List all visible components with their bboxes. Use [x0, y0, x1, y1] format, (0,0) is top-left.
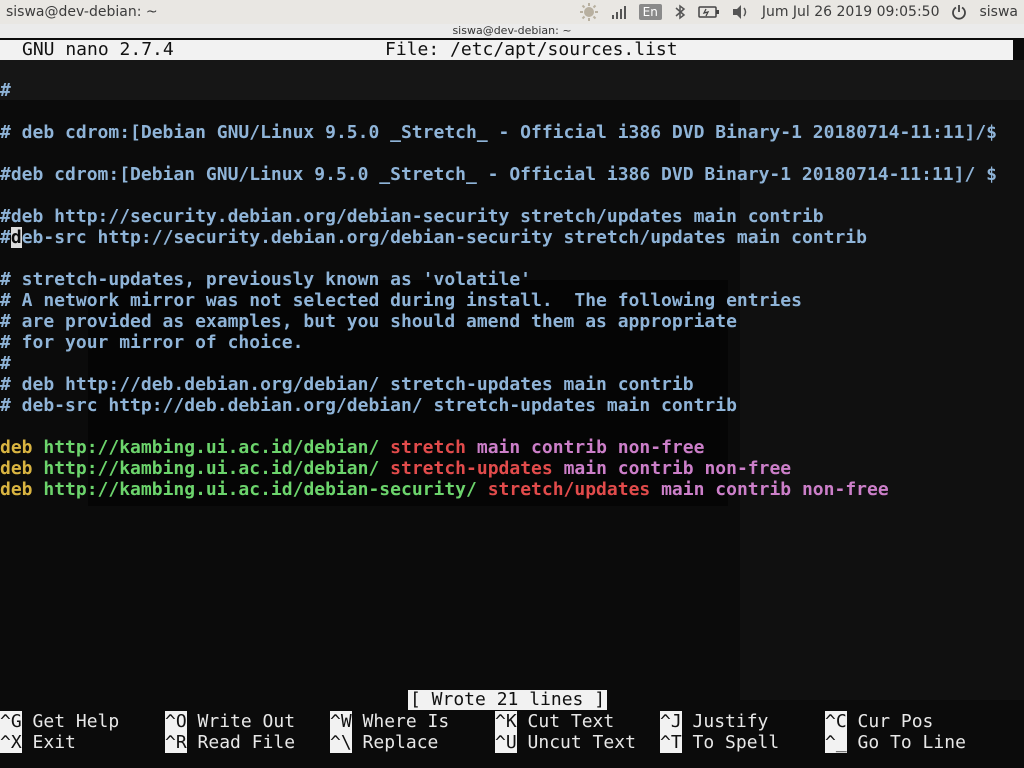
line-rest: eb-src http://security.debian.org/debian… — [21, 227, 867, 248]
nano-file-name: File: /etc/apt/sources.list — [385, 39, 678, 60]
shortcut-key: ^J — [660, 711, 682, 732]
shortcut-key: ^\ — [330, 732, 352, 753]
shortcut-label: Replace — [362, 732, 439, 753]
repo-url: http://kambing.ui.ac.id/debian/ — [43, 458, 380, 479]
repo-suite: stretch-updates — [390, 458, 553, 479]
shortcut-label: To Spell — [692, 732, 780, 753]
text-cursor: d — [10, 227, 22, 248]
shortcut-label: Read File — [197, 732, 296, 753]
editor-line[interactable]: #deb http://security.debian.org/debian-s… — [0, 206, 824, 227]
weather-icon[interactable] — [579, 2, 599, 22]
terminal-window-title: siswa@dev-debian: ~ — [0, 24, 1024, 38]
deb-source-line[interactable]: deb http://kambing.ui.ac.id/debian/ stre… — [0, 437, 704, 458]
shortcut-get-help[interactable]: ^G Get Help — [0, 711, 119, 732]
shortcut-go-to-line[interactable]: ^_ Go To Line — [825, 732, 966, 753]
repo-url: http://kambing.ui.ac.id/debian/ — [43, 437, 380, 458]
editor-line-current[interactable]: #deb-src http://security.debian.org/debi… — [0, 227, 867, 248]
shortcut-key: ^O — [165, 711, 187, 732]
nano-version: GNU nano 2.7.4 — [22, 39, 174, 60]
repo-url: http://kambing.ui.ac.id/debian-security/ — [43, 479, 477, 500]
repo-components: main contrib non-free — [563, 458, 792, 479]
nano-header-bar: GNU nano 2.7.4 File: /etc/apt/sources.li… — [0, 40, 1013, 60]
shortcut-key: ^X — [0, 732, 22, 753]
shortcut-exit[interactable]: ^X Exit — [0, 732, 76, 753]
panel-window-title: siswa@dev-debian: ~ — [6, 4, 158, 20]
editor-line[interactable]: # deb cdrom:[Debian GNU/Linux 9.5.0 _Str… — [0, 122, 997, 143]
top-panel: siswa@dev-debian: ~ En Jum Jul 26 2019 0… — [0, 0, 1024, 24]
shortcut-read-file[interactable]: ^R Read File — [165, 732, 295, 753]
battery-icon[interactable] — [698, 5, 720, 19]
shortcut-label: Uncut Text — [527, 732, 636, 753]
deb-keyword: deb — [0, 458, 33, 479]
editor-line[interactable]: #deb cdrom:[Debian GNU/Linux 9.5.0 _Stre… — [0, 164, 997, 185]
shortcut-label: Justify — [692, 711, 769, 732]
keyboard-language-indicator[interactable]: En — [638, 4, 662, 20]
shortcut-key: ^W — [330, 711, 352, 732]
editor-line[interactable]: # are provided as examples, but you shou… — [0, 311, 737, 332]
shortcut-justify[interactable]: ^J Justify — [660, 711, 768, 732]
deb-keyword: deb — [0, 437, 33, 458]
deb-source-line[interactable]: deb http://kambing.ui.ac.id/debian/ stre… — [0, 458, 791, 479]
editor-line[interactable]: # deb http://deb.debian.org/debian/ stre… — [0, 374, 694, 395]
background-browser-sidebar — [740, 100, 1024, 700]
bluetooth-icon[interactable] — [674, 4, 686, 20]
shortcut-to-spell[interactable]: ^T To Spell — [660, 732, 779, 753]
repo-components: main contrib non-free — [476, 437, 705, 458]
editor-line[interactable]: # — [0, 353, 11, 374]
shortcut-label: Cur Pos — [857, 711, 934, 732]
shortcut-replace[interactable]: ^\ Replace — [330, 732, 438, 753]
shortcut-write-out[interactable]: ^O Write Out — [165, 711, 295, 732]
shortcut-key: ^K — [495, 711, 517, 732]
shortcut-label: Get Help — [32, 711, 120, 732]
shortcut-label: Go To Line — [857, 732, 966, 753]
shortcut-key: ^C — [825, 711, 847, 732]
background-browser-toolbar — [0, 60, 1024, 100]
shortcut-label: Where Is — [362, 711, 450, 732]
shortcut-label: Cut Text — [527, 711, 615, 732]
deb-source-line[interactable]: deb http://kambing.ui.ac.id/debian-secur… — [0, 479, 889, 500]
repo-components: main contrib non-free — [661, 479, 889, 500]
deb-keyword: deb — [0, 479, 33, 500]
editor-line[interactable]: # A network mirror was not selected duri… — [0, 290, 802, 311]
repo-suite: stretch/updates — [487, 479, 651, 500]
signal-icon[interactable] — [611, 4, 627, 20]
shortcut-key: ^T — [660, 732, 682, 753]
shortcut-where-is[interactable]: ^W Where Is — [330, 711, 449, 732]
repo-suite: stretch — [390, 437, 467, 458]
datetime-label[interactable]: Jum Jul 26 2019 09:05:50 — [762, 4, 940, 20]
shortcut-key: ^U — [495, 732, 517, 753]
editor-line[interactable]: # for your mirror of choice. — [0, 332, 303, 353]
volume-icon[interactable] — [732, 4, 750, 20]
panel-user-label[interactable]: siswa — [979, 4, 1018, 20]
shortcut-cut-text[interactable]: ^K Cut Text — [495, 711, 614, 732]
editor-line[interactable]: # deb-src http://deb.debian.org/debian/ … — [0, 395, 737, 416]
shortcut-key: ^_ — [825, 732, 847, 753]
shortcut-label: Exit — [32, 732, 76, 753]
editor-line[interactable]: # stretch-updates, previously known as '… — [0, 269, 531, 290]
editor-line[interactable]: # — [0, 80, 11, 101]
line-hash: # — [0, 227, 11, 248]
shortcut-key: ^R — [165, 732, 187, 753]
nano-status-message: [ Wrote 21 lines ] — [408, 689, 608, 710]
power-icon[interactable] — [951, 4, 967, 20]
shortcut-uncut-text[interactable]: ^U Uncut Text — [495, 732, 636, 753]
shortcut-label: Write Out — [197, 711, 296, 732]
shortcut-key: ^G — [0, 711, 22, 732]
shortcut-cur-pos[interactable]: ^C Cur Pos — [825, 711, 933, 732]
